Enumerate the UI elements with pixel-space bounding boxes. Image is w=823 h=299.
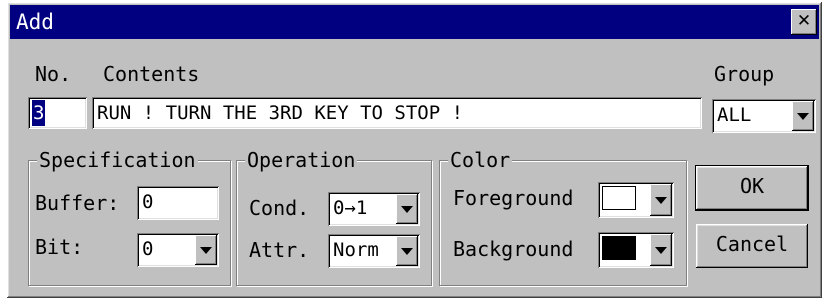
close-button[interactable]: ✕ bbox=[791, 9, 817, 35]
cancel-button[interactable]: Cancel bbox=[696, 224, 808, 268]
window-title: Add bbox=[16, 10, 54, 34]
cond-label: Cond. bbox=[249, 196, 310, 220]
specification-title: Specification bbox=[37, 147, 198, 173]
foreground-color-picker[interactable] bbox=[598, 182, 674, 218]
group-dropdown[interactable]: ALL bbox=[712, 99, 816, 133]
no-input-value: 3 bbox=[32, 100, 46, 126]
chevron-down-icon[interactable] bbox=[650, 234, 672, 266]
chevron-down-icon[interactable] bbox=[396, 194, 418, 224]
group-label: Group bbox=[714, 62, 775, 86]
foreground-label: Foreground bbox=[453, 186, 574, 210]
attr-label: Attr. bbox=[249, 238, 310, 262]
buffer-input-value: 0 bbox=[142, 191, 154, 213]
attr-dropdown[interactable]: Norm bbox=[328, 234, 420, 268]
buffer-label: Buffer: bbox=[35, 191, 120, 215]
contents-input-value: RUN ! TURN THE 3RD KEY TO STOP ! bbox=[97, 102, 464, 124]
ok-button[interactable]: OK bbox=[695, 165, 809, 211]
foreground-color-swatch bbox=[602, 186, 636, 210]
background-color-swatch bbox=[602, 236, 636, 260]
close-icon: ✕ bbox=[796, 11, 812, 31]
bit-dropdown-value: 0 bbox=[142, 238, 154, 260]
cond-dropdown-value: 0→1 bbox=[333, 197, 368, 219]
attr-dropdown-value: Norm bbox=[333, 239, 379, 261]
background-label: Background bbox=[453, 237, 574, 261]
cond-dropdown[interactable]: 0→1 bbox=[328, 192, 420, 226]
group-dropdown-value: ALL bbox=[717, 104, 752, 126]
contents-label: Contents bbox=[103, 62, 200, 86]
color-group: Color Foreground Background bbox=[439, 147, 687, 286]
contents-input[interactable]: RUN ! TURN THE 3RD KEY TO STOP ! bbox=[92, 97, 702, 129]
color-title: Color bbox=[448, 147, 513, 173]
bit-label: Bit: bbox=[35, 235, 84, 259]
chevron-down-icon[interactable] bbox=[792, 101, 814, 131]
title-bar: Add ✕ bbox=[10, 5, 819, 39]
no-label: No. bbox=[35, 62, 72, 86]
background-color-picker[interactable] bbox=[598, 232, 674, 268]
chevron-down-icon[interactable] bbox=[195, 235, 217, 265]
specification-group: Specification Buffer: 0 Bit: 0 bbox=[28, 147, 231, 286]
no-input[interactable]: 3 bbox=[28, 97, 87, 129]
buffer-input[interactable]: 0 bbox=[137, 186, 219, 220]
add-dialog: Add ✕ No. Contents Group 3 RUN ! TURN TH… bbox=[7, 2, 822, 298]
bit-dropdown[interactable]: 0 bbox=[137, 233, 219, 267]
chevron-down-icon[interactable] bbox=[396, 236, 418, 266]
operation-group: Operation Cond. 0→1 Attr. Norm bbox=[236, 147, 432, 286]
operation-title: Operation bbox=[245, 147, 358, 173]
chevron-down-icon[interactable] bbox=[650, 184, 672, 216]
